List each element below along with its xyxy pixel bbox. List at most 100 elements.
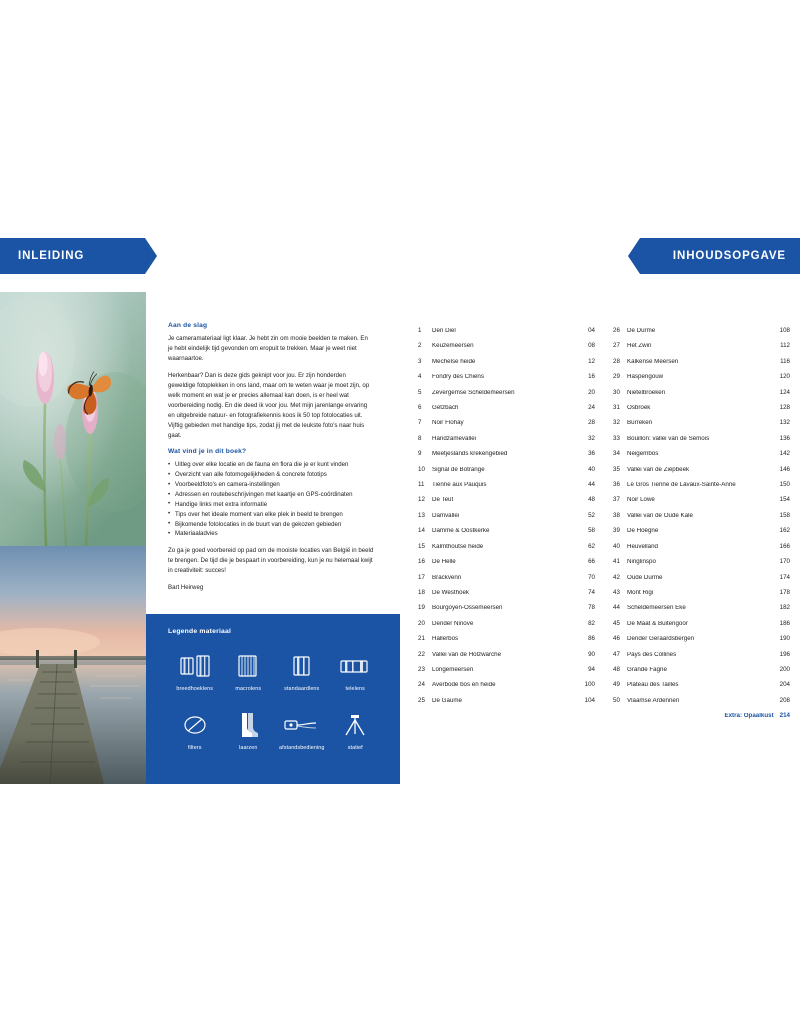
toc-row[interactable]: 20 Dender Ninove 82 (418, 620, 595, 636)
toc-row[interactable]: 50 Vlaamse Ardennen 208 (613, 697, 790, 713)
toc-row[interactable]: 29 Haspengouw 120 (613, 374, 790, 389)
toc-number: 24 (418, 681, 425, 689)
toc-row[interactable]: 10 Signal de Botrange 40 (418, 465, 595, 482)
boots-icon (231, 710, 265, 740)
photo-jetty-lake (0, 546, 146, 784)
toc-row[interactable]: 8 Handzamevallei 32 (418, 435, 595, 451)
toc-row[interactable]: 28 Kalkense Meersen 116 (613, 358, 790, 374)
toc-columns: 1 Den Diel 04 2 Keuzemeersen 08 3 Mechelse he… (418, 327, 790, 729)
intro-paragraph-1: Je cameramateriaal ligt klaar. Je hebt z… (168, 335, 368, 363)
toc-title: Oude Durme (627, 574, 663, 581)
toc-row[interactable]: 17 Brackvenn 70 (418, 574, 595, 590)
toc-number: 10 (418, 465, 425, 473)
toc-row[interactable]: 37 Noir Lowé 154 (613, 497, 790, 512)
toc-row[interactable]: 14 Damme & Oostkerke 58 (418, 528, 595, 543)
toc-number: 39 (613, 527, 620, 535)
legend-label: macrolens (235, 686, 262, 692)
toc-row[interactable]: 25 De Gaume 104 (418, 696, 595, 713)
toc-row[interactable]: 43 Mont Rigi 178 (613, 589, 790, 605)
toc-page: 104 (584, 696, 595, 704)
toc-row[interactable]: 39 De Hoëgne 162 (613, 528, 790, 543)
toc-row[interactable]: 12 De Teut 48 (418, 497, 595, 512)
legend-label: telelens (345, 686, 365, 692)
toc-number: 23 (418, 665, 425, 673)
toc-title: Haspengouw (627, 374, 664, 381)
toc-number: 30 (613, 388, 620, 396)
toc-row[interactable]: 38 Vallei van de Oude Kale 158 (613, 511, 790, 528)
toc-number: 38 (613, 511, 620, 519)
toc-row[interactable]: 41 Ninglinspo 170 (613, 558, 790, 574)
toc-row[interactable]: 42 Oude Durme 174 (613, 574, 790, 590)
intro-text-column: Aan de slag Je cameramateriaal ligt klaa… (168, 322, 374, 593)
toc-number: 49 (613, 681, 620, 689)
toc-row[interactable]: 46 Dender Geraardsbergen 190 (613, 635, 790, 651)
toc-row[interactable]: 18 De Westhoek 74 (418, 588, 595, 605)
toc-row[interactable]: 34 Neigembos 142 (613, 451, 790, 466)
toc-row[interactable]: 32 Burreken 132 (613, 420, 790, 435)
toc-row[interactable]: 33 Bouillon: vallei van de Semois 136 (613, 434, 790, 451)
toc-row[interactable]: 6 Getzbach 24 (418, 404, 595, 420)
toc-row[interactable]: 36 Le Gros Tienne de Lavaux-Sainte-Anne 15… (613, 481, 790, 497)
toc-page-extra: 214 (779, 712, 790, 720)
toc-title: Brackvenn (432, 574, 462, 581)
toc-number: 18 (418, 588, 425, 596)
toc-row[interactable]: 49 Plateau des Tailles 204 (613, 682, 790, 697)
toc-page: 86 (588, 635, 595, 643)
toc-title: Keuzemeersen (432, 343, 474, 350)
toc-row[interactable]: 35 Vallei van de Ziepbeek 146 (613, 466, 790, 482)
list-item: Handige links met extra informatie (168, 499, 374, 510)
toc-page: 196 (779, 650, 790, 658)
toc-row[interactable]: 21 Hallerbos 86 (418, 635, 595, 651)
toc-number: 40 (613, 542, 620, 550)
toc-row[interactable]: 7 Noir Flohay 28 (418, 420, 595, 435)
toc-row[interactable]: 48 Grande Fagne 200 (613, 666, 790, 682)
legend-materiaal-panel: Legende materiaal breedhoeklens macrolen… (146, 614, 400, 784)
toc-row[interactable]: 2 Keuzemeersen 08 (418, 343, 595, 358)
toc-row[interactable]: 11 Tienne aux Pauquis 44 (418, 481, 595, 497)
toc-page: 182 (779, 604, 790, 612)
toc-title: Ninglinspo (627, 559, 656, 566)
toc-row[interactable]: 45 De Maat & Buitengoor 186 (613, 620, 790, 636)
toc-title: Plateau des Tailles (627, 682, 679, 689)
toc-row[interactable]: 40 Heuvelland 166 (613, 542, 790, 559)
toc-row-extra[interactable]: Extra: Opaalkust 214 (613, 712, 790, 728)
toc-row[interactable]: 9 Meetjeslands krekengebied 36 (418, 451, 595, 466)
toc-row[interactable]: 22 Vallei van de Holzwarche 90 (418, 651, 595, 667)
toc-page: 08 (588, 342, 595, 350)
legend-label: standaardlens (284, 686, 320, 692)
toc-row[interactable]: 26 De Durme 108 (613, 327, 790, 343)
toc-row[interactable]: 30 Nietelbroeken 124 (613, 388, 790, 405)
toc-title: Het Zwin (627, 343, 652, 350)
toc-title: Hallerbos (432, 636, 459, 643)
toc-page: 36 (588, 450, 595, 458)
toc-title: De Maat & Buitengoor (627, 620, 688, 627)
toc-title: De Teut (432, 497, 454, 504)
toc-row[interactable]: 16 De Helle 66 (418, 558, 595, 574)
toc-title: Neigembos (627, 451, 659, 458)
toc-title: De Helle (432, 559, 456, 566)
toc-title: Nietelbroeken (627, 389, 666, 396)
toc-row[interactable]: 13 Damvallei 52 (418, 512, 595, 528)
toc-row[interactable]: 15 Kalmthoutse heide 62 (418, 543, 595, 559)
toc-row[interactable]: 4 Fondry des Chiens 16 (418, 374, 595, 389)
toc-row[interactable]: 27 Het Zwin 112 (613, 343, 790, 358)
toc-page: 74 (588, 588, 595, 596)
tripod-icon (338, 710, 372, 740)
toc-row[interactable]: 5 Zevergemse Scheldemeersen 20 (418, 389, 595, 405)
toc-row[interactable]: 3 Mechelse heide 12 (418, 358, 595, 374)
toc-number: 44 (613, 604, 620, 612)
intro-paragraph-2: Herkenbaar? Dan is deze gids geknipt voo… (168, 372, 370, 440)
toc-number: 14 (418, 527, 425, 535)
toc-row[interactable]: 47 Pays des Collines 196 (613, 650, 790, 667)
toc-row[interactable]: 23 Longemeersen 94 (418, 665, 595, 682)
toc-row[interactable]: 1 Den Diel 04 (418, 327, 595, 343)
toc-row[interactable]: 19 Bourgoyen-Ossemeersen 78 (418, 605, 595, 620)
toc-row[interactable]: 31 Osbroek 128 (613, 404, 790, 420)
legend-title: Legende materiaal (168, 628, 232, 635)
toc-title: Mechelse heide (432, 358, 476, 365)
toc-row[interactable]: 44 Scheldemeersen Eke 182 (613, 605, 790, 620)
toc-column-1: 1 Den Diel 04 2 Keuzemeersen 08 3 Mechelse he… (418, 327, 595, 729)
toc-page: 136 (779, 434, 790, 442)
toc-title: Vallei van de Holzwarche (432, 651, 502, 658)
toc-row[interactable]: 24 Averbode bos en heide 100 (418, 682, 595, 697)
